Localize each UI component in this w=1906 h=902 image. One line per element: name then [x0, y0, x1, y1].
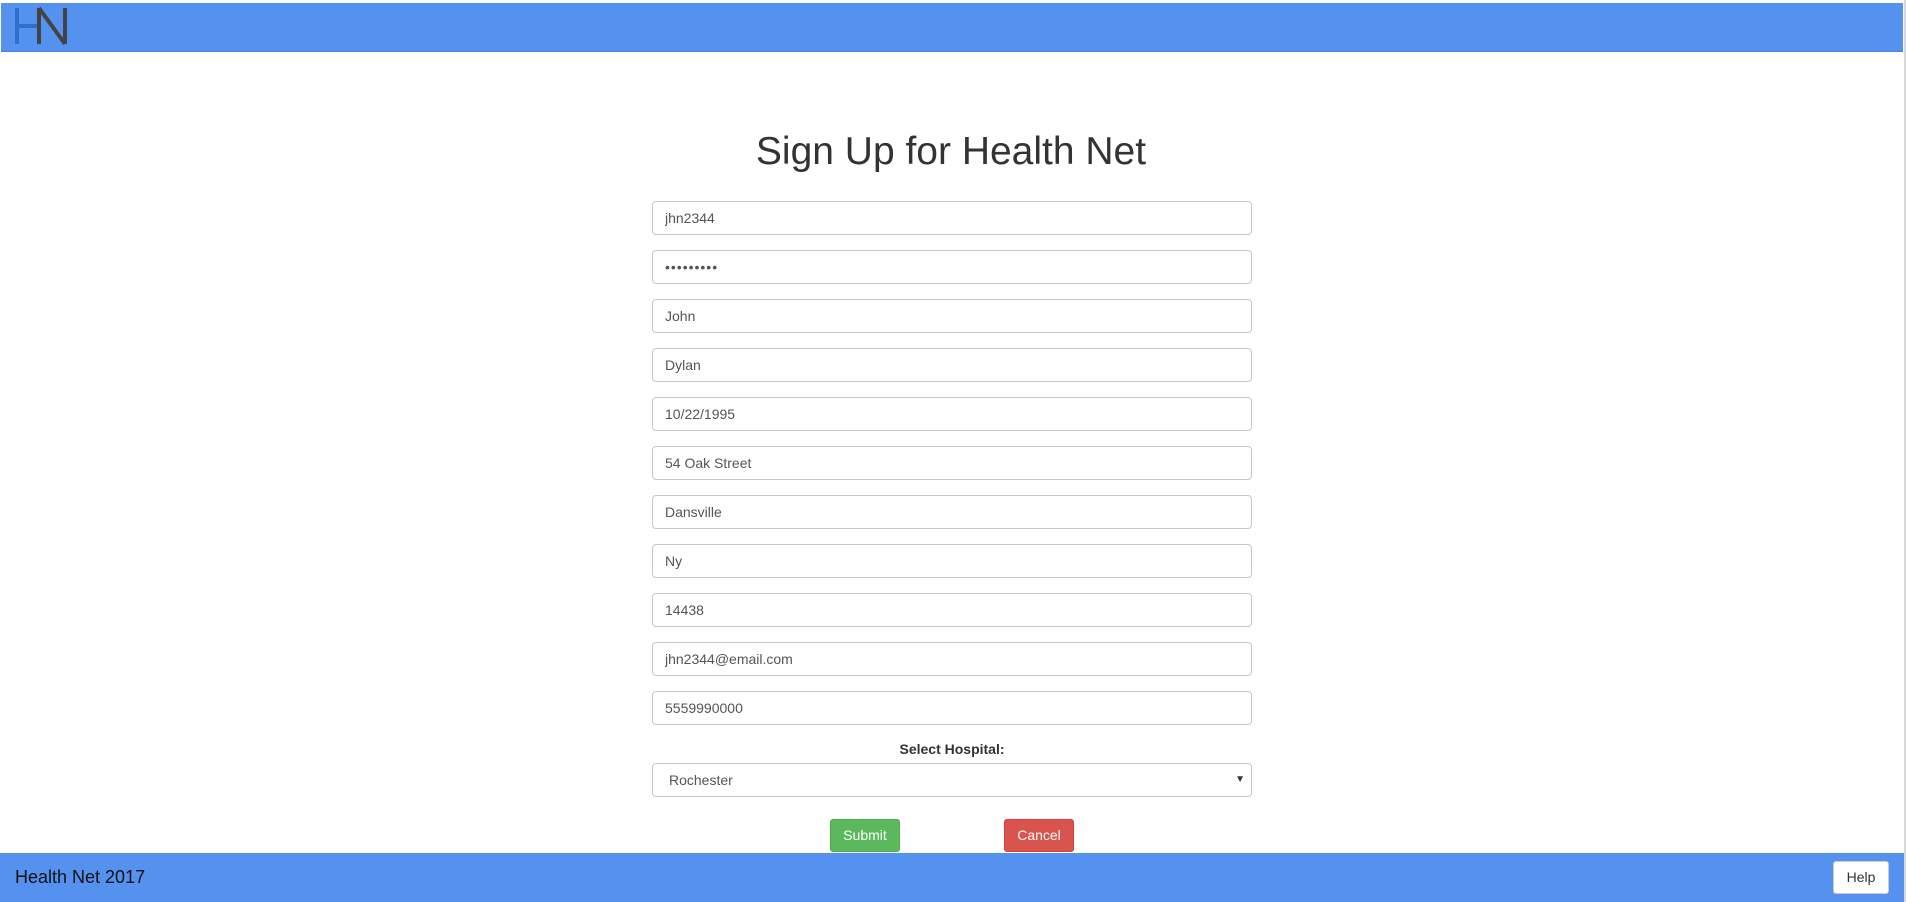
- hospital-label: Select Hospital:: [899, 741, 1005, 757]
- footer-copyright: Health Net 2017: [15, 867, 146, 887]
- phone-input[interactable]: [652, 691, 1252, 725]
- zip-input[interactable]: [652, 593, 1252, 627]
- submit-button[interactable]: Submit: [830, 819, 900, 852]
- first-name-input[interactable]: [652, 299, 1252, 333]
- city-input[interactable]: [652, 495, 1252, 529]
- top-navbar: [1, 3, 1903, 52]
- help-button[interactable]: Help: [1833, 861, 1889, 894]
- username-input[interactable]: [652, 201, 1252, 235]
- page-title: Sign Up for Health Net: [755, 130, 1147, 173]
- hospital-selected-value: Rochester: [669, 772, 733, 788]
- healthnet-logo[interactable]: [13, 4, 73, 50]
- state-input[interactable]: [652, 544, 1252, 578]
- email-input[interactable]: [652, 642, 1252, 676]
- address-input[interactable]: [652, 446, 1252, 480]
- dropdown-arrow-icon: ▼: [1235, 774, 1245, 785]
- hospital-select[interactable]: Rochester ▼: [652, 763, 1252, 797]
- cancel-button[interactable]: Cancel: [1004, 819, 1074, 852]
- birthdate-input[interactable]: [652, 397, 1252, 431]
- signup-form: Select Hospital: Rochester ▼: [652, 201, 1252, 797]
- footer-bar: Health Net 2017 Help: [0, 853, 1904, 902]
- password-input[interactable]: [652, 250, 1252, 284]
- last-name-input[interactable]: [652, 348, 1252, 382]
